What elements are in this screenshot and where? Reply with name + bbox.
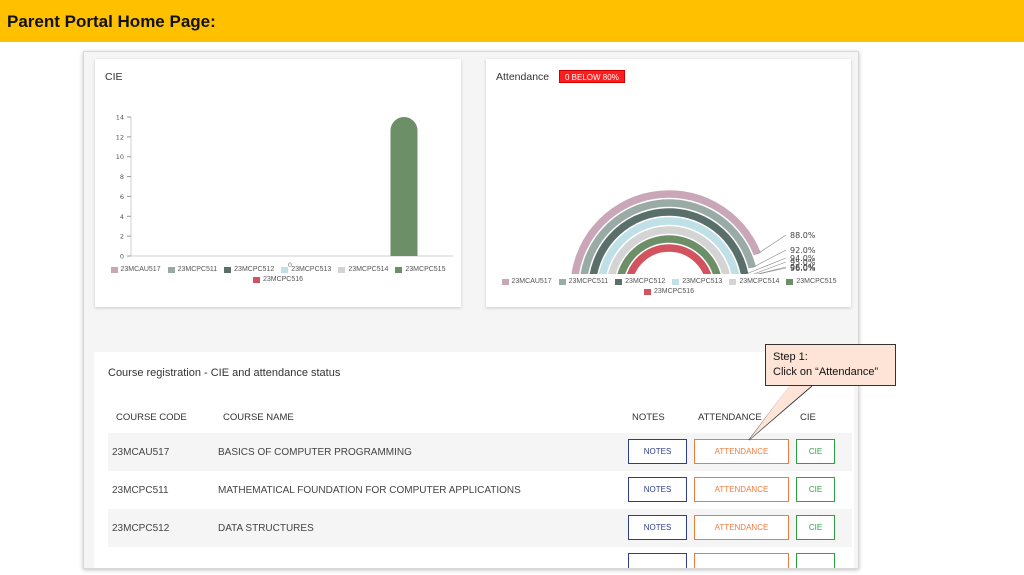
callout-pointer [748, 385, 813, 441]
callout-instruction: Click on “Attendance” [773, 366, 879, 378]
step-callout: Step 1: Click on “Attendance” [765, 344, 896, 386]
callout-step: Step 1: [773, 351, 808, 363]
